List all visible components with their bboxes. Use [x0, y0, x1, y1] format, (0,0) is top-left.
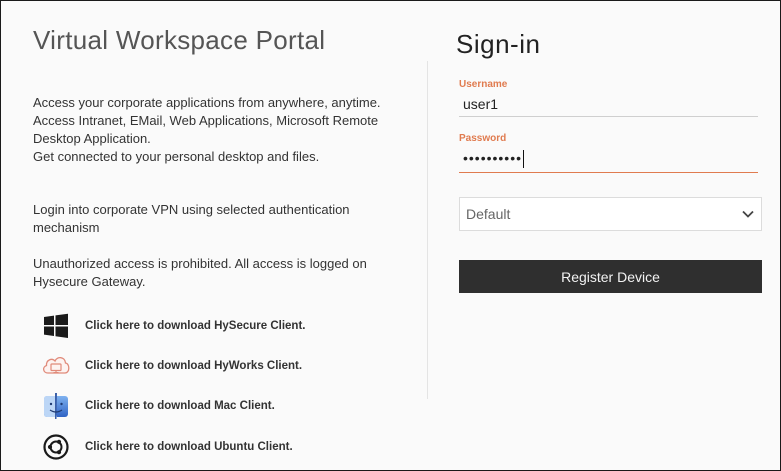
signin-title: Sign-in	[456, 29, 541, 59]
download-mac-link[interactable]: Click here to download Mac Client.	[41, 391, 275, 421]
ubuntu-icon	[41, 432, 71, 462]
download-ubuntu-link[interactable]: Click here to download Ubuntu Client.	[41, 432, 293, 462]
access-warning: Unauthorized access is prohibited. All a…	[33, 256, 367, 289]
cloud-monitor-icon	[41, 351, 71, 381]
access-description: Access your corporate applications from …	[33, 94, 413, 166]
vpn-description: Login into corporate VPN using selected …	[33, 202, 350, 235]
username-label: Username	[459, 79, 508, 90]
download-hyworks-link[interactable]: Click here to download HyWorks Client.	[41, 351, 302, 381]
auth-method-value: Default	[466, 206, 511, 222]
download-ubuntu-label[interactable]: Click here to download Ubuntu Client.	[85, 441, 293, 453]
password-field: Password ••••••••••	[459, 133, 758, 174]
text-caret	[523, 150, 525, 169]
password-input[interactable]: ••••••••••	[459, 144, 758, 174]
windows-icon	[41, 311, 71, 341]
register-device-button[interactable]: Register Device	[459, 260, 762, 293]
password-label: Password	[459, 133, 507, 144]
portal-title: Virtual Workspace Portal	[33, 25, 326, 55]
mac-finder-icon	[41, 391, 71, 421]
download-mac-label[interactable]: Click here to download Mac Client.	[85, 400, 275, 412]
login-page: Virtual Workspace Portal Access your cor…	[0, 0, 781, 471]
username-field: Username	[459, 79, 758, 117]
password-mask: ••••••••••	[463, 150, 523, 166]
access-line-2: Access Intranet, EMail, Web Applications…	[33, 113, 379, 146]
info-panel: Virtual Workspace Portal Access your cor…	[1, 1, 427, 470]
access-line-1: Access your corporate applications from …	[33, 95, 381, 110]
download-hysecure-link[interactable]: Click here to download HySecure Client.	[41, 311, 305, 341]
download-hyworks-label[interactable]: Click here to download HyWorks Client.	[85, 360, 302, 372]
username-input[interactable]	[459, 90, 758, 117]
auth-method-select[interactable]: Default	[459, 197, 762, 231]
access-line-3: Get connected to your personal desktop a…	[33, 149, 320, 164]
signin-panel: Sign-in Username Password •••••••••• Def…	[428, 1, 780, 470]
download-hysecure-label[interactable]: Click here to download HySecure Client.	[85, 320, 305, 332]
chevron-down-icon	[741, 207, 755, 224]
